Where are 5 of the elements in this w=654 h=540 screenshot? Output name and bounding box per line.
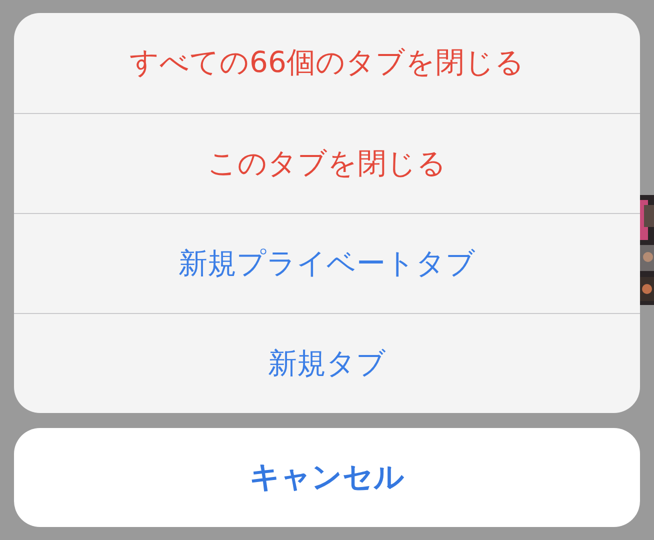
action-button[interactable]: このタブを閉じる [14, 113, 640, 213]
cancel-button[interactable]: キャンセル [14, 428, 640, 527]
action-button[interactable]: 新規プライベートタブ [14, 213, 640, 313]
action-button[interactable]: すべての66個のタブを閉じる [14, 13, 640, 113]
action-button[interactable]: 新規タブ [14, 313, 640, 413]
